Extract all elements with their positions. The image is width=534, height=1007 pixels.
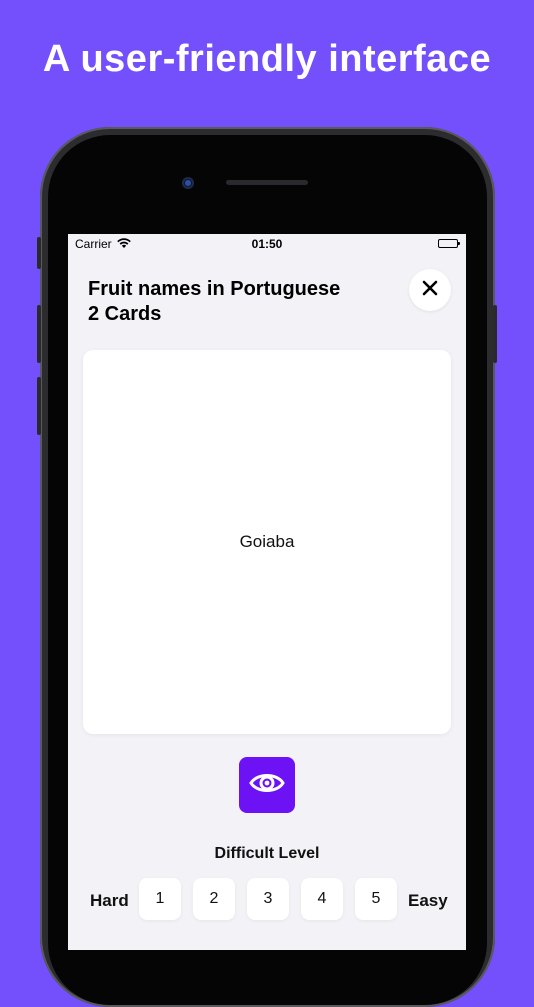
battery-icon <box>438 239 460 248</box>
power-button <box>493 305 497 363</box>
app-screen: Carrier 01:50 Fruit names in Portuguese … <box>68 234 466 950</box>
status-time: 01:50 <box>251 237 283 251</box>
volume-down-button <box>37 377 41 435</box>
flashcard[interactable]: Goiaba <box>83 350 451 734</box>
volume-up-button <box>37 305 41 363</box>
reveal-answer-button[interactable] <box>239 757 295 813</box>
earpiece-speaker <box>226 180 308 185</box>
deck-title: Fruit names in Portuguese <box>88 278 341 300</box>
level-1-button[interactable]: 1 <box>139 878 181 920</box>
level-2-button[interactable]: 2 <box>193 878 235 920</box>
level-5-button[interactable]: 5 <box>355 878 397 920</box>
flashcard-word: Goiaba <box>239 532 295 551</box>
eye-icon <box>249 771 285 800</box>
front-camera <box>182 177 194 189</box>
easy-label: Easy <box>408 891 448 910</box>
card-count: 2 Cards <box>88 303 162 325</box>
close-icon <box>422 280 438 301</box>
close-button[interactable] <box>409 269 451 311</box>
status-bar: Carrier 01:50 <box>68 234 466 254</box>
promo-headline: A user-friendly interface <box>42 38 492 80</box>
difficulty-label: Difficult Level <box>214 845 320 862</box>
level-3-button[interactable]: 3 <box>247 878 289 920</box>
mute-switch <box>37 237 41 269</box>
hard-label: Hard <box>90 891 129 910</box>
level-4-button[interactable]: 4 <box>301 878 343 920</box>
